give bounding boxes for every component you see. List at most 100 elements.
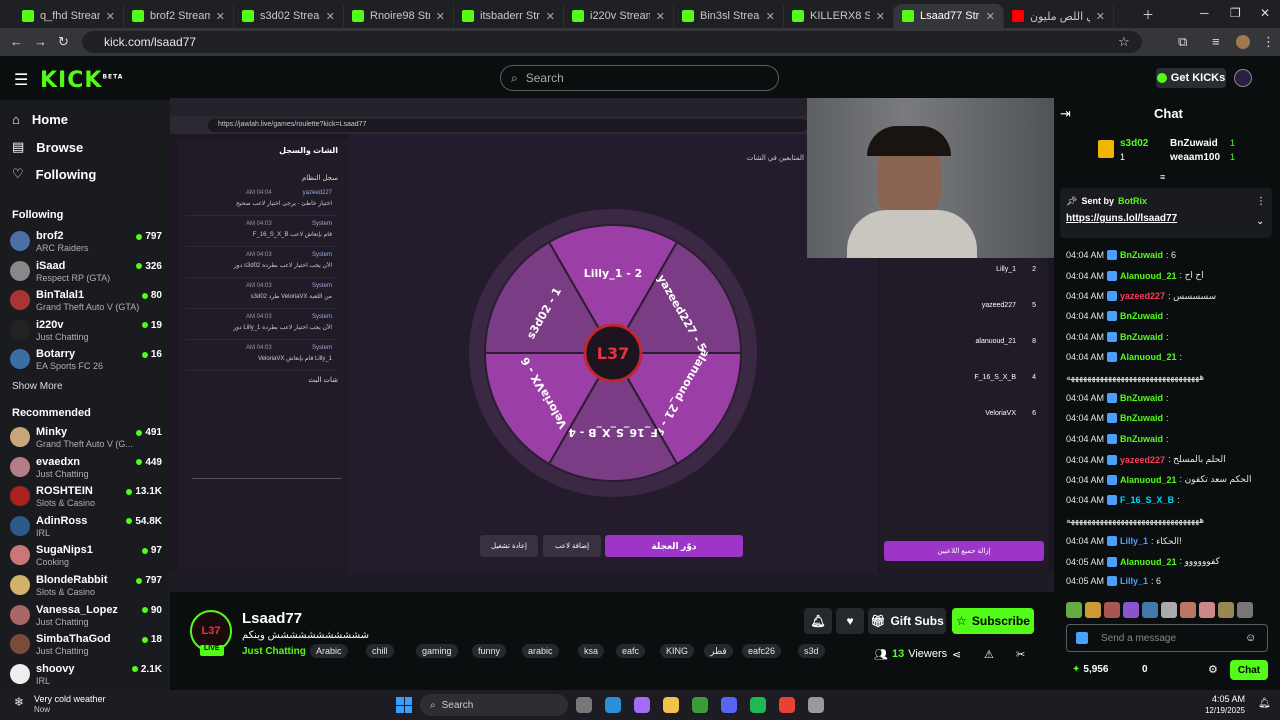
browser-tab[interactable]: Lsaad77 Stream ✕	[894, 4, 1004, 28]
sidebar-channel[interactable]: brof2 ARC Raiders 797	[10, 228, 162, 254]
forward-icon[interactable]: →	[34, 34, 47, 49]
chat-message[interactable]: 04:04 AM Alanuoud_21: اح اح	[1066, 270, 1204, 281]
share-icon[interactable]: ⋖	[952, 648, 961, 661]
gift-subs-button[interactable]: 🎁︎ Gift Subs	[868, 608, 946, 634]
reload-icon[interactable]: ↻	[58, 34, 69, 50]
nav-home[interactable]: ⌂ Home	[12, 112, 68, 127]
chat-username[interactable]: Lilly_1	[1120, 536, 1148, 546]
windows-search-box[interactable]: ⌕ Search	[420, 694, 568, 716]
emote-icon[interactable]	[1218, 602, 1234, 618]
chat-username[interactable]: BnZuwaid	[1120, 250, 1163, 260]
task-view-icon[interactable]	[576, 697, 592, 713]
chat-message[interactable]: 04:04 AM yazeed227: سسسسس	[1066, 291, 1216, 302]
chat-username[interactable]: BnZuwaid	[1120, 434, 1163, 444]
get-kicks-button[interactable]: Get KICKs	[1156, 68, 1226, 88]
close-tab-icon[interactable]: ✕	[216, 10, 225, 23]
chat-username[interactable]: Lilly_1	[1120, 576, 1148, 586]
sidebar-channel[interactable]: SimbaThaGod Just Chatting 18	[10, 631, 162, 657]
browser-tab[interactable]: i220v Stream - W ✕	[564, 4, 674, 28]
stream-tag[interactable]: chill	[366, 644, 394, 658]
pinned-more-icon[interactable]: ⋮	[1256, 196, 1266, 207]
browser-tab[interactable]: brof2 Stream - W ✕	[124, 4, 234, 28]
chat-username[interactable]: yazeed227	[1120, 455, 1165, 465]
sidebar-channel[interactable]: iSaad Respect RP (GTA) 326	[10, 258, 162, 284]
spotify-icon[interactable]	[750, 697, 766, 713]
top-gifter-1-name[interactable]: s3d02	[1120, 138, 1148, 149]
windows-start-icon[interactable]	[396, 697, 412, 713]
chat-message[interactable]: 04:04 AM F_16_S_X_B:	[1066, 494, 1180, 505]
sidebar-channel[interactable]: Minky Grand Theft Auto V (G... 491	[10, 424, 162, 450]
chat-message[interactable]: 04:04 AM BnZuwaid:	[1066, 331, 1169, 342]
chat-username[interactable]: Alanuoud_21	[1120, 475, 1177, 485]
emote-icon[interactable]	[1104, 602, 1120, 618]
profile-avatar[interactable]	[1236, 35, 1250, 49]
chat-username[interactable]: F_16_S_X_B	[1120, 495, 1174, 505]
close-tab-icon[interactable]: ✕	[106, 10, 115, 23]
chat-username[interactable]: Alanuoud_21	[1120, 271, 1177, 281]
player-row[interactable]: yazeed227 5	[888, 298, 1040, 326]
minimize-button[interactable]: ─	[1200, 6, 1209, 20]
top-gifter-3-name[interactable]: weaam100	[1170, 152, 1220, 163]
chat-username[interactable]: BnZuwaid	[1120, 311, 1163, 321]
expand-gifters-icon[interactable]: ≡	[1160, 172, 1165, 182]
hamburger-menu-icon[interactable]: ☰	[14, 70, 28, 90]
clock-date[interactable]: 12/19/2025	[1195, 706, 1245, 715]
file-explorer-icon[interactable]	[663, 697, 679, 713]
browser-tab[interactable]: Bin3sl Stream - W ✕	[674, 4, 784, 28]
emote-icon[interactable]	[1161, 602, 1177, 618]
chat-message[interactable]: 04:04 AM BnZuwaid:	[1066, 413, 1169, 424]
chat-message[interactable]: 04:05 AM Lilly_1: 6	[1066, 576, 1161, 587]
sidebar-channel[interactable]: ROSHTEIN Slots & Casino 13.1K	[10, 483, 162, 509]
chat-username[interactable]: BnZuwaid	[1120, 332, 1163, 342]
browser-menu-icon[interactable]: ⋮	[1262, 34, 1275, 50]
emote-icon[interactable]	[1123, 602, 1139, 618]
chat-message[interactable]: 04:04 AM BnZuwaid:	[1066, 311, 1169, 322]
weather-text[interactable]: Very cold weather	[34, 694, 106, 704]
url-input[interactable]: kick.com/lsaad77	[82, 31, 1142, 53]
pinned-link[interactable]: https://guns.lol/lsaad77	[1066, 213, 1177, 224]
channel-points[interactable]: 0	[1142, 664, 1148, 675]
stream-tag[interactable]: funny	[472, 644, 507, 658]
stream-tag[interactable]: eafc26	[742, 644, 782, 658]
sidebar-channel[interactable]: i220v Just Chatting 19	[10, 317, 162, 343]
remove-all-players-button[interactable]: إزالة جميع اللاعبين	[884, 541, 1044, 561]
chat-message[interactable]: 04:04 AM Alanuoud_21: الحكم سعد تكفون	[1066, 474, 1251, 485]
close-tab-icon[interactable]: ✕	[766, 10, 775, 23]
sidebar-channel[interactable]: SugaNips1 Cooking 97	[10, 542, 162, 568]
browser-tab[interactable]: s3d02 Stream - W ✕	[234, 4, 344, 28]
close-tab-icon[interactable]: ✕	[326, 10, 335, 23]
browser-tab[interactable]: تحدي اللص مليون ✕	[1004, 4, 1114, 28]
emote-icon[interactable]	[1237, 602, 1253, 618]
discord-icon[interactable]	[721, 697, 737, 713]
emote-icon[interactable]	[1199, 602, 1215, 618]
settings-icon[interactable]	[808, 697, 824, 713]
sidebar-channel[interactable]: evaedxn Just Chatting 449	[10, 454, 162, 480]
copilot-icon[interactable]	[634, 697, 650, 713]
player-row[interactable]: Lilly_1 2	[888, 262, 1040, 290]
chat-message[interactable]: 04:04 AM BnZuwaid:	[1066, 392, 1169, 403]
player-row[interactable]: VeloriaVX 6	[888, 406, 1040, 434]
sidebar-channel[interactable]: BlondeRabbit Slots & Casino 797	[10, 572, 162, 598]
collapse-chat-icon[interactable]: ⇥	[1060, 106, 1071, 122]
nav-browse[interactable]: ▤ Browse	[12, 139, 83, 155]
clock-time[interactable]: 4:05 AM	[1205, 694, 1245, 704]
kick-logo[interactable]: KICKBETA	[40, 68, 123, 93]
close-tab-icon[interactable]: ✕	[986, 10, 995, 23]
stream-tag[interactable]: arabic	[522, 644, 559, 658]
emote-icon[interactable]	[1142, 602, 1158, 618]
spin-wheel-button[interactable]: دوّر العجلة	[605, 535, 743, 557]
chat-badge-icon[interactable]	[1076, 632, 1088, 644]
browser-tab[interactable]: KILLERX8 Stream ✕	[784, 4, 894, 28]
stream-tag[interactable]: eafc	[616, 644, 646, 658]
chat-message[interactable]: 04:04 AM yazeed227: الحلم بالمسلح	[1066, 454, 1226, 465]
browser-tab[interactable]: q_fhd Stream - W ✕	[14, 4, 124, 28]
chat-username[interactable]: BnZuwaid	[1120, 393, 1163, 403]
back-icon[interactable]: ←	[10, 34, 23, 49]
sidebar-channel[interactable]: AdinRoss IRL 54.8K	[10, 513, 162, 539]
player-row[interactable]: F_16_S_X_B 4	[888, 370, 1040, 398]
emote-icon[interactable]	[1066, 602, 1082, 618]
close-tab-icon[interactable]: ✕	[656, 10, 665, 23]
reading-list-icon[interactable]: ≡	[1212, 34, 1220, 49]
search-input[interactable]: ⌕ Search	[500, 65, 779, 91]
close-window-button[interactable]: ✕	[1260, 6, 1270, 20]
